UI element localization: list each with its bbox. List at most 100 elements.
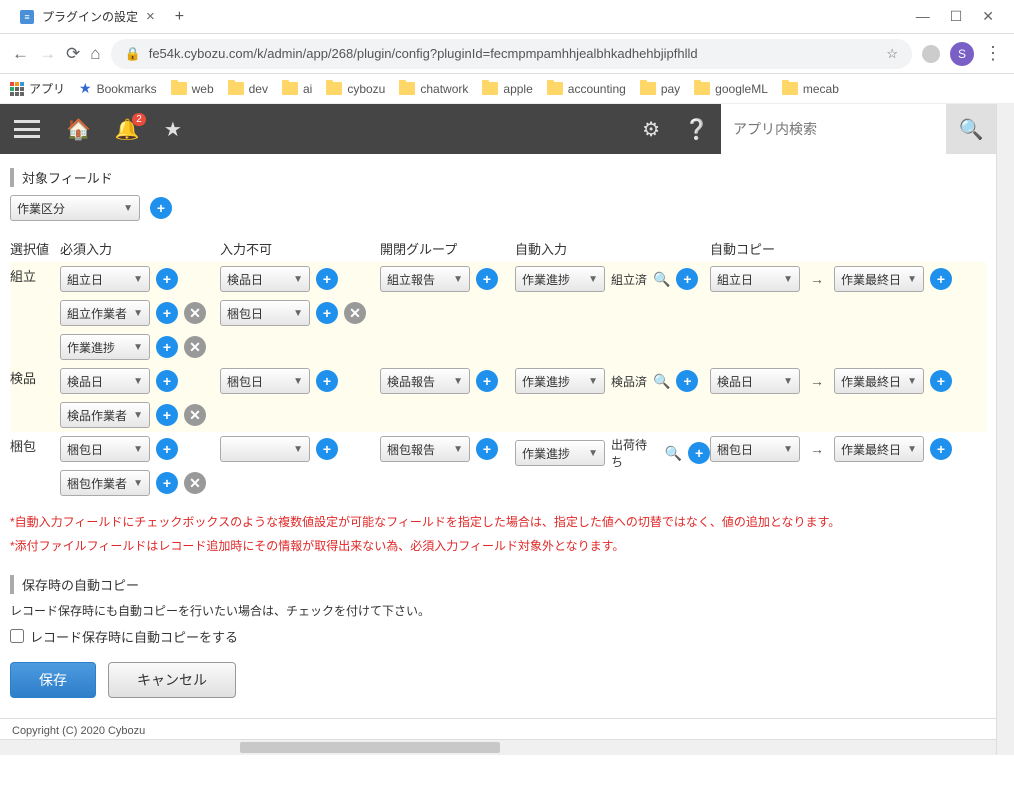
menu-icon[interactable] [14,120,40,138]
gear-icon[interactable]: ⚙ [642,117,660,142]
field-dropdown[interactable]: ▼ [220,436,310,462]
field-dropdown[interactable]: 作業進捗▼ [515,266,605,292]
field-dropdown[interactable]: 検品日▼ [710,368,800,394]
field-dropdown[interactable]: 検品報告▼ [380,368,470,394]
add-button[interactable]: + [316,268,338,290]
home-app-icon[interactable]: 🏠 [66,117,91,142]
browser-menu-icon[interactable]: ⋮ [984,43,1002,64]
folder-icon [782,82,798,95]
add-button[interactable]: + [156,370,178,392]
bookmark-star-icon[interactable]: ☆ [886,46,898,62]
profile-avatar[interactable]: S [950,42,974,66]
bookmarks-bar: アプリ ★ Bookmarks webdevai cybozu chatwork ap… [0,74,1014,104]
add-button[interactable]: + [156,404,178,426]
add-button[interactable]: + [156,336,178,358]
window-close-icon[interactable]: ✕ [982,8,994,25]
field-dropdown[interactable]: 梱包日▼ [220,300,310,326]
extension-icon[interactable] [922,45,940,63]
search-icon[interactable]: 🔍 [653,271,670,288]
search-button[interactable]: 🔍 [946,104,996,154]
field-dropdown[interactable]: 梱包作業者▼ [60,470,150,496]
bookmark-googleML[interactable]: googleML [694,82,768,96]
home-icon[interactable]: ⌂ [90,44,100,64]
field-dropdown[interactable]: 作業進捗▼ [515,368,605,394]
copyright-footer: Copyright (C) 2020 Cybozu [0,718,996,739]
bookmark-apple[interactable]: apple [482,82,532,96]
remove-button[interactable]: ✕ [184,472,206,494]
search-icon[interactable]: 🔍 [665,445,682,462]
add-button[interactable]: + [316,302,338,324]
remove-button[interactable]: ✕ [184,302,206,324]
cancel-button[interactable]: キャンセル [108,662,236,698]
browser-tab[interactable]: ≡ プラグインの設定 × [8,2,167,32]
field-dropdown[interactable]: 組立報告▼ [380,266,470,292]
add-button[interactable]: + [476,438,498,460]
bookmark-mecab[interactable]: mecab [782,82,839,96]
add-button[interactable]: + [930,438,952,460]
remove-button[interactable]: ✕ [344,302,366,324]
back-icon[interactable]: ← [12,44,29,64]
field-dropdown[interactable]: 梱包日▼ [60,436,150,462]
field-dropdown[interactable]: 梱包報告▼ [380,436,470,462]
remove-button[interactable]: ✕ [184,404,206,426]
add-button[interactable]: + [476,268,498,290]
add-button[interactable]: + [476,370,498,392]
bookmark-ai[interactable]: ai [282,82,312,96]
folder-icon [282,82,298,95]
bookmark-accounting[interactable]: accounting [547,82,626,96]
field-dropdown[interactable]: 組立日▼ [60,266,150,292]
field-dropdown[interactable]: 検品作業者▼ [60,402,150,428]
field-dropdown[interactable]: 作業最終日▼ [834,266,924,292]
apps-shortcut[interactable]: アプリ [10,80,65,97]
favorite-star-icon[interactable]: ★ [164,117,182,142]
bookmark-web[interactable]: web [171,82,214,96]
window-minimize-icon[interactable]: — [916,8,930,25]
add-button[interactable]: + [156,268,178,290]
star-icon: ★ [79,80,92,97]
add-button[interactable]: + [930,268,952,290]
save-button[interactable]: 保存 [10,662,96,698]
tab-close-icon[interactable]: × [146,8,155,25]
remove-button[interactable]: ✕ [184,336,206,358]
add-button[interactable]: + [316,370,338,392]
add-button[interactable]: + [676,370,698,392]
help-icon[interactable]: ❔ [684,117,709,142]
url-field[interactable]: 🔒 fe54k.cybozu.com/k/admin/app/268/plugi… [111,39,912,69]
bookmark-dev[interactable]: dev [228,82,268,96]
bookmarks-folder[interactable]: ★ Bookmarks [79,80,157,97]
field-dropdown[interactable]: 作業進捗▼ [515,440,605,466]
field-dropdown[interactable]: 作業進捗▼ [60,334,150,360]
url-text: fe54k.cybozu.com/k/admin/app/268/plugin/… [149,46,698,61]
window-maximize-icon[interactable]: ☐ [950,8,963,25]
bookmark-chatwork[interactable]: chatwork [399,82,468,96]
field-dropdown[interactable]: 作業最終日▼ [834,368,924,394]
field-dropdown[interactable]: 作業最終日▼ [834,436,924,462]
add-button[interactable]: + [676,268,698,290]
add-target-button[interactable]: + [150,197,172,219]
new-tab-button[interactable]: + [175,8,184,26]
add-button[interactable]: + [316,438,338,460]
bookmark-cybozu[interactable]: cybozu [326,82,385,96]
search-icon[interactable]: 🔍 [653,373,670,390]
target-field-dropdown[interactable]: 作業区分▼ [10,195,140,221]
horizontal-scrollbar[interactable] [0,739,996,755]
app-search-input[interactable] [721,104,946,154]
field-dropdown[interactable]: 梱包日▼ [710,436,800,462]
field-dropdown[interactable]: 組立日▼ [710,266,800,292]
notification-bell-icon[interactable]: 🔔2 [115,117,140,142]
bookmark-pay[interactable]: pay [640,82,680,96]
reload-icon[interactable]: ⟳ [66,44,80,64]
auto-copy-checkbox[interactable] [10,629,24,643]
field-dropdown[interactable]: 検品日▼ [220,266,310,292]
field-dropdown[interactable]: 梱包日▼ [220,368,310,394]
add-button[interactable]: + [688,442,710,464]
field-dropdown[interactable]: 検品日▼ [60,368,150,394]
add-button[interactable]: + [156,302,178,324]
add-button[interactable]: + [156,472,178,494]
vertical-scrollbar[interactable] [996,104,1014,755]
add-button[interactable]: + [156,438,178,460]
field-dropdown[interactable]: 組立作業者▼ [60,300,150,326]
sel-value: 検品 [10,368,60,387]
forward-icon[interactable]: → [39,44,56,64]
add-button[interactable]: + [930,370,952,392]
